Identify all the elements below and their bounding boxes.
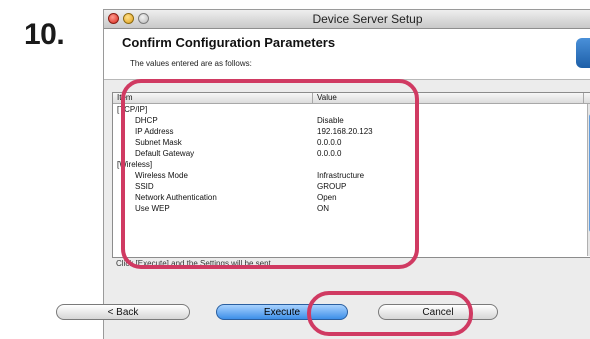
row-value: Open	[317, 193, 337, 202]
column-header-value[interactable]: Value	[317, 93, 337, 102]
row-value: Disable	[317, 116, 344, 125]
parameters-table: Item Value [TCP/IP] DHCP Disable IP Address…	[112, 92, 590, 258]
table-row[interactable]: [TCP/IP]	[113, 104, 590, 115]
row-value: ON	[317, 204, 329, 213]
row-value: Infrastructure	[317, 171, 365, 180]
step-number: 10.	[24, 18, 65, 51]
row-value: 0.0.0.0	[317, 149, 342, 158]
page-title: Confirm Configuration Parameters	[122, 35, 336, 50]
row-item-label: Network Authentication	[135, 193, 217, 202]
row-item-label: SSID	[135, 182, 154, 191]
cancel-button[interactable]: Cancel	[378, 304, 498, 320]
table-row[interactable]: Network Authentication Open	[113, 192, 590, 203]
app-logo-icon	[576, 38, 590, 68]
instruction-text: Click [Execute] and the Settings will be…	[116, 259, 273, 268]
title-bar: Device Server Setup	[104, 10, 590, 29]
row-item-label: Default Gateway	[135, 149, 195, 158]
page-subtitle: The values entered are as follows:	[130, 59, 252, 68]
row-item-label: [TCP/IP]	[117, 105, 148, 114]
column-divider[interactable]	[583, 93, 584, 103]
table-row[interactable]: Subnet Mask 0.0.0.0	[113, 137, 590, 148]
row-item-label: IP Address	[135, 127, 174, 136]
table-row[interactable]: SSID GROUP	[113, 181, 590, 192]
row-item-label: Subnet Mask	[135, 138, 182, 147]
setup-window: Device Server Setup Confirm Configuratio…	[103, 9, 590, 339]
row-item-label: [Wireless]	[117, 160, 153, 169]
back-button[interactable]: < Back	[56, 304, 190, 320]
column-divider[interactable]	[312, 93, 313, 103]
window-title: Device Server Setup	[312, 12, 423, 26]
table-row[interactable]: Use WEP ON	[113, 203, 590, 214]
row-item-label: Use WEP	[135, 204, 170, 213]
row-value: GROUP	[317, 182, 347, 191]
table-row[interactable]: Wireless Mode Infrastructure	[113, 170, 590, 181]
table-row[interactable]: IP Address 192.168.20.123	[113, 126, 590, 137]
column-header-item[interactable]: Item	[117, 93, 133, 102]
table-header: Item Value	[113, 93, 590, 104]
table-row[interactable]: [Wireless]	[113, 159, 590, 170]
dialog-header: Confirm Configuration Parameters The val…	[104, 29, 590, 80]
row-value: 192.168.20.123	[317, 127, 373, 136]
row-item-label: Wireless Mode	[135, 171, 188, 180]
table-row[interactable]: DHCP Disable	[113, 115, 590, 126]
row-item-label: DHCP	[135, 116, 158, 125]
row-value: 0.0.0.0	[317, 138, 342, 147]
table-row[interactable]: Default Gateway 0.0.0.0	[113, 148, 590, 159]
execute-button[interactable]: Execute	[216, 304, 348, 320]
table-body: [TCP/IP] DHCP Disable IP Address 192.168.20.…	[113, 104, 590, 214]
